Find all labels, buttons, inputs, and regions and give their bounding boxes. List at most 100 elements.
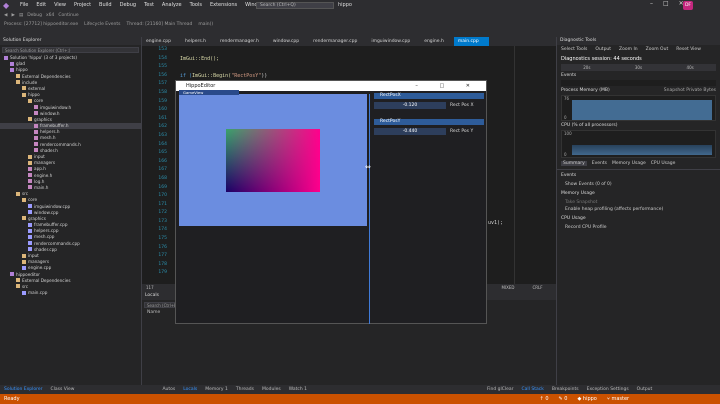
menu-project[interactable]: Project	[70, 0, 95, 11]
folder-icon	[28, 160, 32, 165]
tab-summary[interactable]: Summary	[561, 161, 587, 166]
show-events-link[interactable]: Show Events (0 of 0)	[557, 181, 720, 188]
take-snapshot-button[interactable]: Take Snapshot	[557, 199, 720, 206]
project-icon	[10, 61, 14, 66]
zoom-in-button[interactable]: Zoom In	[619, 47, 638, 52]
tab-exception-settings[interactable]: Exception Settings	[583, 387, 633, 392]
tab-class-view[interactable]: Class View	[47, 387, 79, 392]
pull-count[interactable]: ✎ 0	[559, 396, 568, 402]
tab-events[interactable]: Events	[592, 161, 607, 166]
maximize-icon[interactable]: □	[663, 0, 669, 7]
output-button[interactable]: Output	[595, 47, 611, 52]
tab-find-glclear[interactable]: Find glClear	[483, 387, 518, 392]
tab-call-stack[interactable]: Call Stack	[518, 387, 548, 392]
line-number: 177	[158, 253, 167, 259]
search-input[interactable]: Search (Ctrl+Q)	[256, 2, 334, 9]
forward-icon[interactable]: ▶	[11, 13, 14, 18]
tree-item-label: engine.h	[34, 172, 53, 178]
menu-tools[interactable]: Tools	[186, 0, 206, 11]
thread-select[interactable]: Thread: [21160] Main Thread	[127, 22, 193, 27]
eol-indicator: CRLF	[532, 285, 543, 290]
tab-modules[interactable]: Modules	[258, 387, 285, 392]
solution-search-input[interactable]: Search Solution Explorer (Ctrl+;)	[2, 47, 139, 53]
minimize-icon[interactable]: –	[650, 0, 653, 7]
tab-watch-1[interactable]: Watch 1	[285, 387, 311, 392]
tree-item-label: External Dependencies	[22, 277, 71, 283]
reset-view-button[interactable]: Reset View	[676, 47, 701, 52]
menu-edit[interactable]: Edit	[32, 0, 50, 11]
tab-cpu-usage[interactable]: CPU Usage	[651, 161, 676, 166]
zoom-out-button[interactable]: Zoom Out	[646, 47, 669, 52]
tab-threads[interactable]: Threads	[232, 387, 258, 392]
rect-pos-y-header[interactable]: RectPosY	[374, 119, 484, 125]
rect-pos-y-slider[interactable]: -0.440	[374, 127, 446, 135]
folder-icon	[22, 92, 26, 97]
debug-config-select[interactable]: Debug	[27, 13, 42, 18]
menu-debug[interactable]: Debug	[116, 0, 140, 11]
line-number: 167	[158, 167, 167, 173]
editor-tab[interactable]: rendermanager.h	[216, 37, 269, 46]
zoom-level[interactable]: 117 %	[146, 284, 154, 297]
menu-extensions[interactable]: Extensions	[206, 0, 241, 11]
line-number: 172	[158, 210, 167, 216]
tree-item[interactable]: main.cpp	[0, 290, 141, 296]
tab-memory-usage[interactable]: Memory Usage	[612, 161, 646, 166]
code-token: ImGui::Begin(	[192, 72, 232, 79]
cpu-section: CPU Usage	[561, 216, 586, 221]
file-icon	[34, 135, 38, 140]
platform-select[interactable]: x64	[46, 13, 54, 18]
editor-tab[interactable]: window.cpp	[269, 37, 309, 46]
editor-tab[interactable]: main.cpp	[453, 37, 489, 46]
avatar[interactable]: DF	[683, 1, 693, 10]
file-icon	[34, 111, 38, 116]
tab-autos[interactable]: Autos	[158, 387, 179, 392]
rect-pos-y-panel: RectPosY -0.440 Rect Pos Y	[374, 119, 484, 135]
repo-name[interactable]: ◆ hippo	[577, 396, 596, 402]
tab-breakpoints[interactable]: Breakpoints	[548, 387, 583, 392]
stack-frame-select[interactable]: main()	[198, 22, 213, 27]
record-cpu-profile-button[interactable]: Record CPU Profile	[557, 224, 720, 231]
editor-tab[interactable]: helpers.h	[181, 37, 216, 46]
push-count[interactable]: ↑ 0	[540, 396, 549, 402]
back-icon[interactable]: ◀	[4, 13, 7, 18]
memory-section: Memory Usage	[561, 191, 595, 196]
code-lines[interactable]: ImGui::End(); if (ImGui::Begin("RectPosY…	[180, 46, 267, 80]
dock-splitter[interactable]	[369, 94, 370, 324]
editor-tab[interactable]: imguiwindow.cpp	[367, 37, 420, 46]
tree-item-label: log.h	[34, 178, 45, 184]
game-view[interactable]: GameView	[179, 90, 367, 226]
file-icon	[34, 105, 38, 109]
tab-locals[interactable]: Locals	[179, 387, 201, 392]
folder-icon	[16, 191, 20, 196]
rect-pos-x-slider[interactable]: -0.120	[374, 101, 446, 109]
process-memory-label: Process Memory (MB)	[561, 88, 610, 93]
tab-output[interactable]: Output	[633, 387, 657, 392]
rect-pos-x-header[interactable]: RectPosX	[374, 93, 484, 99]
menu-file[interactable]: File	[16, 0, 32, 11]
editor-tab[interactable]: rendermanager.cpp	[309, 37, 367, 46]
hippo-window-controls[interactable]: – □ ✕	[415, 81, 480, 91]
line-number: 176	[158, 244, 167, 250]
editor-tab[interactable]: engine.h	[420, 37, 454, 46]
bottom-tabs: Solution Explorer Class View Autos Local…	[0, 385, 720, 394]
private-bytes-legend: Private Bytes	[686, 88, 716, 93]
menu-build[interactable]: Build	[95, 0, 116, 11]
menu-test[interactable]: Test	[140, 0, 158, 11]
editor-tab[interactable]: engine.cpp	[142, 37, 181, 46]
tab-memory-1[interactable]: Memory 1	[201, 387, 232, 392]
tree-item-label: core	[34, 98, 44, 104]
select-tools-button[interactable]: Select Tools	[561, 47, 587, 52]
menu-analyze[interactable]: Analyze	[158, 0, 186, 11]
branch-name[interactable]: ⑂ master	[607, 396, 629, 402]
lifecycle-events[interactable]: Lifecycle Events	[84, 22, 120, 27]
menu-view[interactable]: View	[50, 0, 70, 11]
tab-solution-explorer[interactable]: Solution Explorer	[0, 387, 47, 392]
process-label[interactable]: Process: [27712] hippoeditor.exe	[4, 22, 78, 27]
editor-scrollbar[interactable]	[514, 46, 556, 284]
heap-profiling-checkbox[interactable]: Enable heap profiling (affects performan…	[557, 206, 720, 213]
game-view-tab[interactable]: GameView	[179, 90, 239, 95]
save-icon[interactable]: ▤	[19, 13, 23, 18]
line-number: 170	[158, 193, 167, 199]
continue-button[interactable]: Continue	[58, 13, 78, 18]
file-icon	[28, 179, 32, 184]
